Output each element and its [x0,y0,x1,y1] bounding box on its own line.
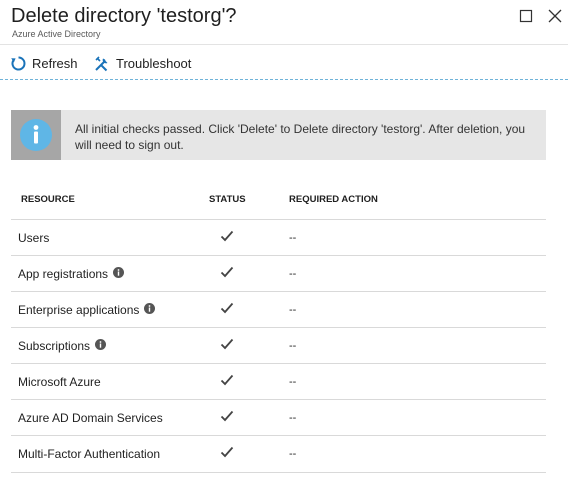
blade-header: Delete directory 'testorg'? Azure Active… [0,0,568,44]
required-action-cell: -- [289,232,297,244]
status-banner: All initial checks passed. Click 'Delete… [11,110,546,160]
resource-cell: Enterprise applications [18,303,156,317]
resource-cell: App registrations [18,267,125,281]
column-header-status: STATUS [209,194,246,205]
resource-label: Subscriptions [18,339,91,353]
resource-label: Users [18,231,50,245]
resource-cell: Microsoft Azure [18,375,101,389]
resource-label: Microsoft Azure [18,375,101,389]
required-action-cell: -- [289,304,297,316]
command-bar: Refresh Troubleshoot [0,45,568,79]
check-icon [220,301,234,320]
column-header-required-action: REQUIRED ACTION [289,194,378,205]
banner-icon-area [11,110,61,160]
check-icon [220,409,234,428]
table-row: App registrations -- [11,255,546,292]
resource-label: Enterprise applications [18,303,140,317]
refresh-icon [11,56,26,70]
refresh-label: Refresh [32,55,78,71]
wrench-icon [95,55,108,71]
info-icon[interactable] [113,267,125,281]
check-icon [220,265,234,284]
required-action-cell: -- [289,268,297,280]
toolbar-divider [0,79,568,80]
refresh-button[interactable]: Refresh [10,52,78,74]
table-row: Multi-Factor Authentication -- [11,435,546,473]
check-icon [220,445,234,464]
resource-cell: Users [18,231,49,245]
column-header-resource: RESOURCE [21,194,75,205]
maximize-button[interactable] [516,6,536,26]
page-title: Delete directory 'testorg'? [11,5,237,27]
check-icon [220,337,234,356]
resource-cell: Multi-Factor Authentication [18,447,160,461]
info-icon[interactable] [95,339,107,353]
maximize-icon [519,9,533,23]
required-action-cell: -- [289,412,297,424]
table-row: Enterprise applications -- [11,291,546,328]
resource-cell: Azure AD Domain Services [18,411,163,425]
info-icon[interactable] [144,303,156,317]
troubleshoot-button[interactable]: Troubleshoot [94,52,191,74]
check-icon [220,229,234,248]
resource-label: Azure AD Domain Services [18,411,163,425]
required-action-cell: -- [289,376,297,388]
resource-cell: Subscriptions [18,339,107,353]
page-subtitle: Azure Active Directory [12,29,101,39]
required-action-cell: -- [289,448,297,460]
check-icon [220,373,234,392]
troubleshoot-label: Troubleshoot [116,55,192,71]
info-icon [20,119,52,151]
resource-label: App registrations [18,267,109,281]
resource-label: Multi-Factor Authentication [18,447,161,461]
close-icon [548,9,562,23]
table-row: Subscriptions -- [11,327,546,364]
table-row: Users -- [11,219,546,256]
banner-message: All initial checks passed. Click 'Delete… [75,122,526,152]
close-button[interactable] [545,6,565,26]
required-action-cell: -- [289,340,297,352]
table-row: Azure AD Domain Services -- [11,399,546,436]
table-row: Microsoft Azure -- [11,363,546,400]
